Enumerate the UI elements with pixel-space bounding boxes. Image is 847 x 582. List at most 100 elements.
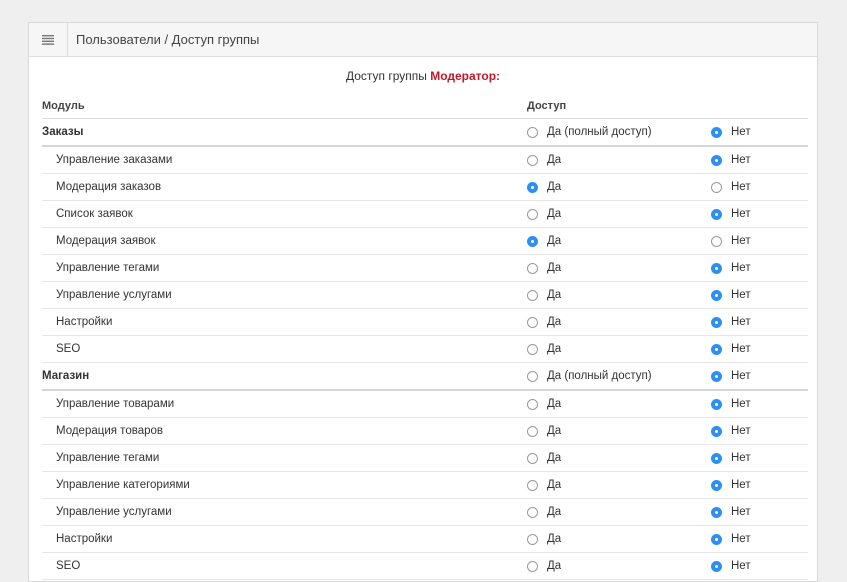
access-yes-radio[interactable] [527, 506, 538, 518]
access-no-option[interactable]: Нет [711, 208, 801, 220]
access-yes-radio[interactable] [527, 262, 538, 274]
breadcrumb: Пользователи / Доступ группы [76, 32, 260, 47]
access-table: Модуль Доступ Заказы Да (полный доступ) Не… [42, 93, 808, 580]
access-yes-option[interactable]: Да [527, 398, 711, 410]
access-yes-label: Да [547, 425, 562, 437]
access-no-radio[interactable] [711, 398, 722, 410]
access-no-radio[interactable] [711, 452, 722, 464]
access-yes-option[interactable]: Да [527, 181, 711, 193]
access-no-radio[interactable] [711, 479, 722, 491]
access-no-option[interactable]: Нет [711, 452, 801, 464]
access-yes-radio[interactable] [527, 208, 538, 220]
access-yes-option[interactable]: Да [527, 479, 711, 491]
access-yes-radio[interactable] [527, 533, 538, 545]
access-no-option[interactable]: Нет [711, 479, 801, 491]
table-row: Управление заказами Да Нет [42, 147, 808, 174]
access-no-option[interactable]: Нет [711, 181, 801, 193]
access-yes-radio[interactable] [527, 235, 538, 247]
access-yes-label: Да [547, 452, 562, 464]
access-yes-label: Да [547, 154, 562, 166]
access-yes-option[interactable]: Да [527, 154, 711, 166]
caption-prefix: Доступ группы [345, 69, 427, 83]
access-no-option[interactable]: Нет [711, 126, 801, 138]
table-row: Список заявок Да Нет [42, 201, 808, 228]
access-no-label: Нет [731, 126, 751, 138]
module-name: Модерация заказов [56, 181, 162, 193]
access-no-option[interactable]: Нет [711, 262, 801, 274]
access-yes-label: Да [547, 316, 562, 328]
access-no-radio[interactable] [711, 126, 722, 138]
access-no-radio[interactable] [711, 262, 722, 274]
module-name: Управление услугами [56, 289, 172, 301]
access-no-option[interactable]: Нет [711, 289, 801, 301]
access-no-label: Нет [731, 560, 751, 572]
access-no-radio[interactable] [711, 154, 722, 166]
access-no-option[interactable]: Нет [711, 343, 801, 355]
table-row: Модерация товаров Да Нет [42, 418, 808, 445]
access-yes-radio[interactable] [527, 452, 538, 464]
access-no-option[interactable]: Нет [711, 235, 801, 247]
access-yes-option[interactable]: Да [527, 262, 711, 274]
access-yes-radio[interactable] [527, 370, 538, 382]
module-group-row: Магазин Да (полный доступ) Нет [42, 363, 808, 391]
access-yes-option[interactable]: Да [527, 560, 711, 572]
access-no-radio[interactable] [711, 533, 722, 545]
access-yes-option[interactable]: Да [527, 506, 711, 518]
access-no-radio[interactable] [711, 370, 722, 382]
access-yes-label: Да (полный доступ) [547, 126, 652, 138]
table-row: Управление тегами Да Нет [42, 445, 808, 472]
access-no-label: Нет [731, 398, 751, 410]
module-name: Управление категориями [56, 479, 190, 491]
module-group-row: Заказы Да (полный доступ) Нет [42, 119, 808, 147]
access-no-radio[interactable] [711, 235, 722, 247]
access-no-option[interactable]: Нет [711, 154, 801, 166]
access-yes-label: Да [547, 560, 562, 572]
access-yes-option[interactable]: Да [527, 235, 711, 247]
access-yes-option[interactable]: Да (полный доступ) [527, 370, 711, 382]
access-no-radio[interactable] [711, 560, 722, 572]
table-row: SEO Да Нет [42, 553, 808, 580]
access-no-option[interactable]: Нет [711, 506, 801, 518]
access-no-option[interactable]: Нет [711, 398, 801, 410]
access-no-radio[interactable] [711, 208, 722, 220]
access-no-label: Нет [731, 316, 751, 328]
table-row: Управление услугами Да Нет [42, 282, 808, 309]
access-no-radio[interactable] [711, 425, 722, 437]
access-yes-option[interactable]: Да [527, 425, 711, 437]
access-yes-radio[interactable] [527, 560, 538, 572]
access-yes-radio[interactable] [527, 181, 538, 193]
module-name: Управление товарами [56, 398, 175, 410]
access-yes-option[interactable]: Да (полный доступ) [527, 126, 711, 138]
access-no-option[interactable]: Нет [711, 533, 801, 545]
menu-button[interactable] [29, 23, 68, 56]
module-group-title: Заказы [42, 126, 84, 138]
access-yes-radio[interactable] [527, 126, 538, 138]
access-no-radio[interactable] [711, 181, 722, 193]
access-no-radio[interactable] [711, 506, 722, 518]
access-yes-radio[interactable] [527, 479, 538, 491]
access-no-option[interactable]: Нет [711, 425, 801, 437]
access-yes-radio[interactable] [527, 316, 538, 328]
access-yes-radio[interactable] [527, 154, 538, 166]
access-yes-option[interactable]: Да [527, 208, 711, 220]
access-yes-radio[interactable] [527, 425, 538, 437]
access-yes-label: Да [547, 235, 562, 247]
access-yes-option[interactable]: Да [527, 316, 711, 328]
access-yes-option[interactable]: Да [527, 452, 711, 464]
access-no-option[interactable]: Нет [711, 370, 801, 382]
module-name: SEO [56, 560, 81, 572]
access-no-radio[interactable] [711, 289, 722, 301]
access-no-option[interactable]: Нет [711, 560, 801, 572]
access-yes-radio[interactable] [527, 289, 538, 301]
access-yes-option[interactable]: Да [527, 533, 711, 545]
access-no-option[interactable]: Нет [711, 316, 801, 328]
access-yes-radio[interactable] [527, 343, 538, 355]
access-no-radio[interactable] [711, 343, 722, 355]
access-yes-option[interactable]: Да [527, 343, 711, 355]
column-module: Модуль [42, 99, 85, 112]
access-no-label: Нет [731, 262, 751, 274]
access-yes-option[interactable]: Да [527, 289, 711, 301]
table-header: Модуль Доступ [42, 93, 808, 119]
access-yes-radio[interactable] [527, 398, 538, 410]
access-no-radio[interactable] [711, 316, 722, 328]
